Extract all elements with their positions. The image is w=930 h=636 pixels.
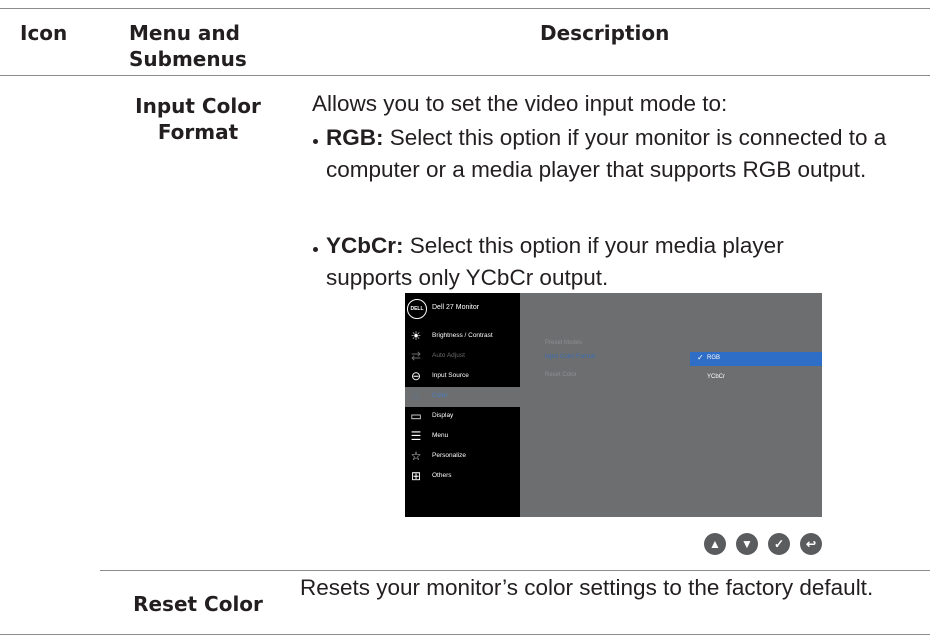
header-bottom-rule <box>0 75 930 76</box>
down-arrow-icon[interactable]: ▼ <box>736 533 758 555</box>
star-icon: ☆ <box>410 449 422 463</box>
osd-submenu-input-color-format[interactable]: Input Color Format <box>545 354 595 360</box>
osd-option-label: YCbCr <box>707 374 726 380</box>
bullet-text: Select this option if your monitor is co… <box>326 125 887 182</box>
row-divider <box>100 570 930 571</box>
osd-item-label: Personalize <box>432 452 466 459</box>
osd-item-label: Color <box>432 392 448 399</box>
color-icon: ◌ <box>412 389 420 403</box>
osd-item-label: Others <box>432 472 452 479</box>
menu-reset-color: Reset Color <box>133 592 263 616</box>
description-intro: Allows you to set the video input mode t… <box>312 91 728 116</box>
table-top-rule <box>0 8 930 9</box>
brightness-icon: ☀ <box>410 329 422 343</box>
osd-submenu-preset-modes[interactable]: Preset Modes <box>545 340 582 346</box>
up-arrow-icon[interactable]: ▲ <box>704 533 726 555</box>
auto-adjust-icon: ⇄ <box>410 349 422 363</box>
osd-main-menu: DELL Dell 27 Monitor ☀ Brightness / Cont… <box>405 293 520 517</box>
check-icon: ✓ <box>697 353 704 362</box>
bullet-ycbcr: YCbCr: Select this option if your media … <box>326 230 826 294</box>
osd-item-display[interactable]: ▭ Display <box>405 407 520 427</box>
bullet-dot <box>313 247 318 252</box>
bullet-dot <box>313 139 318 144</box>
header-icon: Icon <box>20 21 68 45</box>
others-icon: ⊞ <box>410 469 422 483</box>
osd-item-brightness[interactable]: ☀ Brightness / Contrast <box>405 327 520 347</box>
bullet-term: RGB: <box>326 125 384 150</box>
osd-item-label: Input Source <box>432 372 469 379</box>
osd-item-others[interactable]: ⊞ Others <box>405 467 520 487</box>
menu-input-color-format: Input Color Format <box>135 94 261 144</box>
osd-option-ycbcr[interactable]: YCbCr <box>690 371 822 385</box>
osd-item-label: Display <box>432 412 454 419</box>
header-menu: Menu and Submenus <box>129 21 247 71</box>
bullet-term: YCbCr: <box>326 233 404 258</box>
osd-item-label: Menu <box>432 432 449 439</box>
header-description: Description <box>540 21 670 45</box>
table-bottom-rule <box>0 634 930 635</box>
input-source-icon: ⊖ <box>410 369 422 383</box>
osd-option-rgb[interactable]: ✓ RGB <box>690 352 822 366</box>
osd-item-color[interactable]: ◌ Color <box>405 387 520 407</box>
check-icon[interactable]: ✓ <box>768 533 790 555</box>
osd-item-label: Auto Adjust <box>432 352 465 359</box>
osd-item-label: Brightness / Contrast <box>432 332 493 339</box>
osd-submenu-reset-color[interactable]: Reset Color <box>545 372 577 378</box>
bullet-rgb: RGB: Select this option if your monitor … <box>326 122 916 186</box>
back-icon[interactable]: ↩ <box>800 533 822 555</box>
osd-item-auto-adjust[interactable]: ⇄ Auto Adjust <box>405 347 520 367</box>
osd-item-menu[interactable]: ☰ Menu <box>405 427 520 447</box>
osd-title: Dell 27 Monitor <box>432 304 480 311</box>
osd-item-input-source[interactable]: ⊖ Input Source <box>405 367 520 387</box>
menu-icon: ☰ <box>410 429 422 443</box>
display-icon: ▭ <box>410 409 422 423</box>
osd-screenshot: DELL Dell 27 Monitor ☀ Brightness / Cont… <box>405 293 822 517</box>
osd-option-label: RGB <box>707 355 721 361</box>
osd-item-personalize[interactable]: ☆ Personalize <box>405 447 520 467</box>
description-reset-color: Resets your monitor’s color settings to … <box>300 575 874 600</box>
dell-logo: DELL <box>407 299 427 319</box>
